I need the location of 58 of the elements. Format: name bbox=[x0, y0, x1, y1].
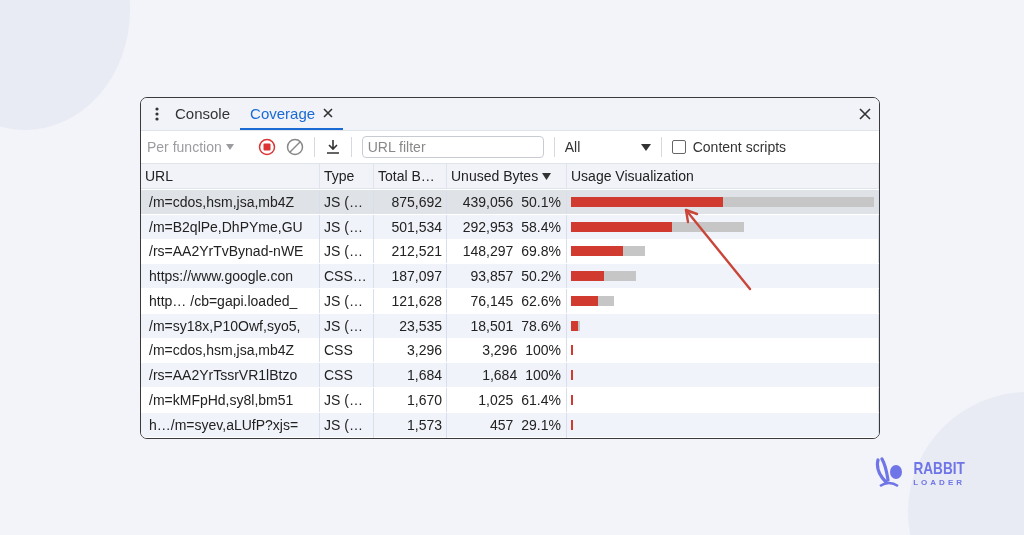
record-icon[interactable] bbox=[257, 138, 276, 156]
close-icon[interactable] bbox=[323, 108, 334, 118]
column-header[interactable]: Total B… bbox=[374, 164, 447, 189]
percent-cell-text: 100% bbox=[525, 367, 562, 383]
logo-text: RABBIT bbox=[913, 459, 965, 477]
rabbit-ears-icon bbox=[874, 456, 904, 490]
unused-bytes-cell-text: 148,297 bbox=[462, 243, 515, 260]
url-cell: /m=B2qlPe,DhPYme,GU bbox=[141, 214, 320, 239]
type-cell: JS (… bbox=[320, 412, 374, 437]
url-cell: h…/m=syev,aLUfP?xjs= bbox=[141, 412, 320, 437]
total-bytes-cell: 187,097 bbox=[374, 264, 447, 288]
tab[interactable]: Console bbox=[165, 98, 241, 130]
unused-bytes-cell-text: 18,501 bbox=[470, 317, 515, 334]
column-header[interactable]: Usage Visualization bbox=[567, 164, 879, 189]
url-filter-field[interactable]: URL filter bbox=[361, 136, 544, 158]
url-cell: https://www.google.con bbox=[141, 264, 320, 288]
url-cell: /m=cdos,hsm,jsa,mb4Z bbox=[141, 189, 320, 214]
unused-bytes-cell-text: 3,296 bbox=[482, 342, 519, 359]
percent-cell-text: 100% bbox=[525, 342, 562, 359]
column-header[interactable]: Type bbox=[320, 164, 374, 189]
content-scripts-checkbox[interactable]: Content scripts bbox=[671, 139, 787, 155]
percent-cell-text: 29.1% bbox=[521, 416, 562, 433]
total-bytes-cell: 875,692 bbox=[374, 189, 447, 214]
type-dropdown[interactable]: All bbox=[564, 139, 651, 155]
unused-bytes-cell-text: 439,056 bbox=[462, 193, 515, 210]
percent-cell-text: 62.6% bbox=[521, 292, 562, 309]
download-icon[interactable] bbox=[324, 139, 341, 155]
unused-bytes-cell-text: 1,025 bbox=[478, 391, 515, 408]
total-bytes-cell: 1,573 bbox=[374, 412, 447, 437]
clear-icon[interactable] bbox=[285, 138, 304, 156]
unused-bytes-cell-text: 457 bbox=[489, 416, 515, 433]
total-bytes-cell: 23,535 bbox=[374, 313, 447, 338]
unused-bytes-cell-text: 1,684 bbox=[482, 367, 519, 383]
url-cell: /rs=AA2YrTssrVR1lBtzo bbox=[141, 363, 320, 387]
percent-cell-text: 69.8% bbox=[521, 243, 562, 260]
total-bytes-cell: 1,684 bbox=[374, 363, 447, 387]
percent-cell-text: 50.1% bbox=[521, 193, 562, 210]
column-header[interactable]: URL bbox=[141, 164, 320, 189]
type-cell: CSS bbox=[320, 363, 374, 387]
total-bytes-cell: 501,534 bbox=[374, 214, 447, 239]
type-cell: CSS… bbox=[320, 264, 374, 288]
caret-icon bbox=[225, 144, 234, 150]
type-cell: JS (… bbox=[320, 313, 374, 338]
percent-cell-text: 58.4% bbox=[521, 218, 562, 235]
type-cell: JS (… bbox=[320, 214, 374, 239]
unused-bytes-cell-text: 76,145 bbox=[470, 292, 515, 309]
percent-cell-text: 61.4% bbox=[521, 391, 562, 408]
percent-cell-text: 78.6% bbox=[521, 317, 562, 334]
logo-text: LOADER bbox=[913, 478, 965, 487]
type-cell: JS (… bbox=[320, 189, 374, 214]
unused-bytes-cell-text: 93,857 bbox=[470, 268, 515, 284]
caret-icon bbox=[640, 143, 651, 151]
tab[interactable]: Coverage bbox=[240, 98, 344, 130]
unused-bytes-cell-text: 292,953 bbox=[462, 218, 515, 235]
percent-cell-text: 50.2% bbox=[521, 268, 562, 284]
url-cell: /m=sy18x,P10Owf,syo5, bbox=[141, 313, 320, 338]
column-header[interactable]: Unused Bytes bbox=[447, 164, 567, 189]
sort-icon bbox=[542, 172, 552, 180]
